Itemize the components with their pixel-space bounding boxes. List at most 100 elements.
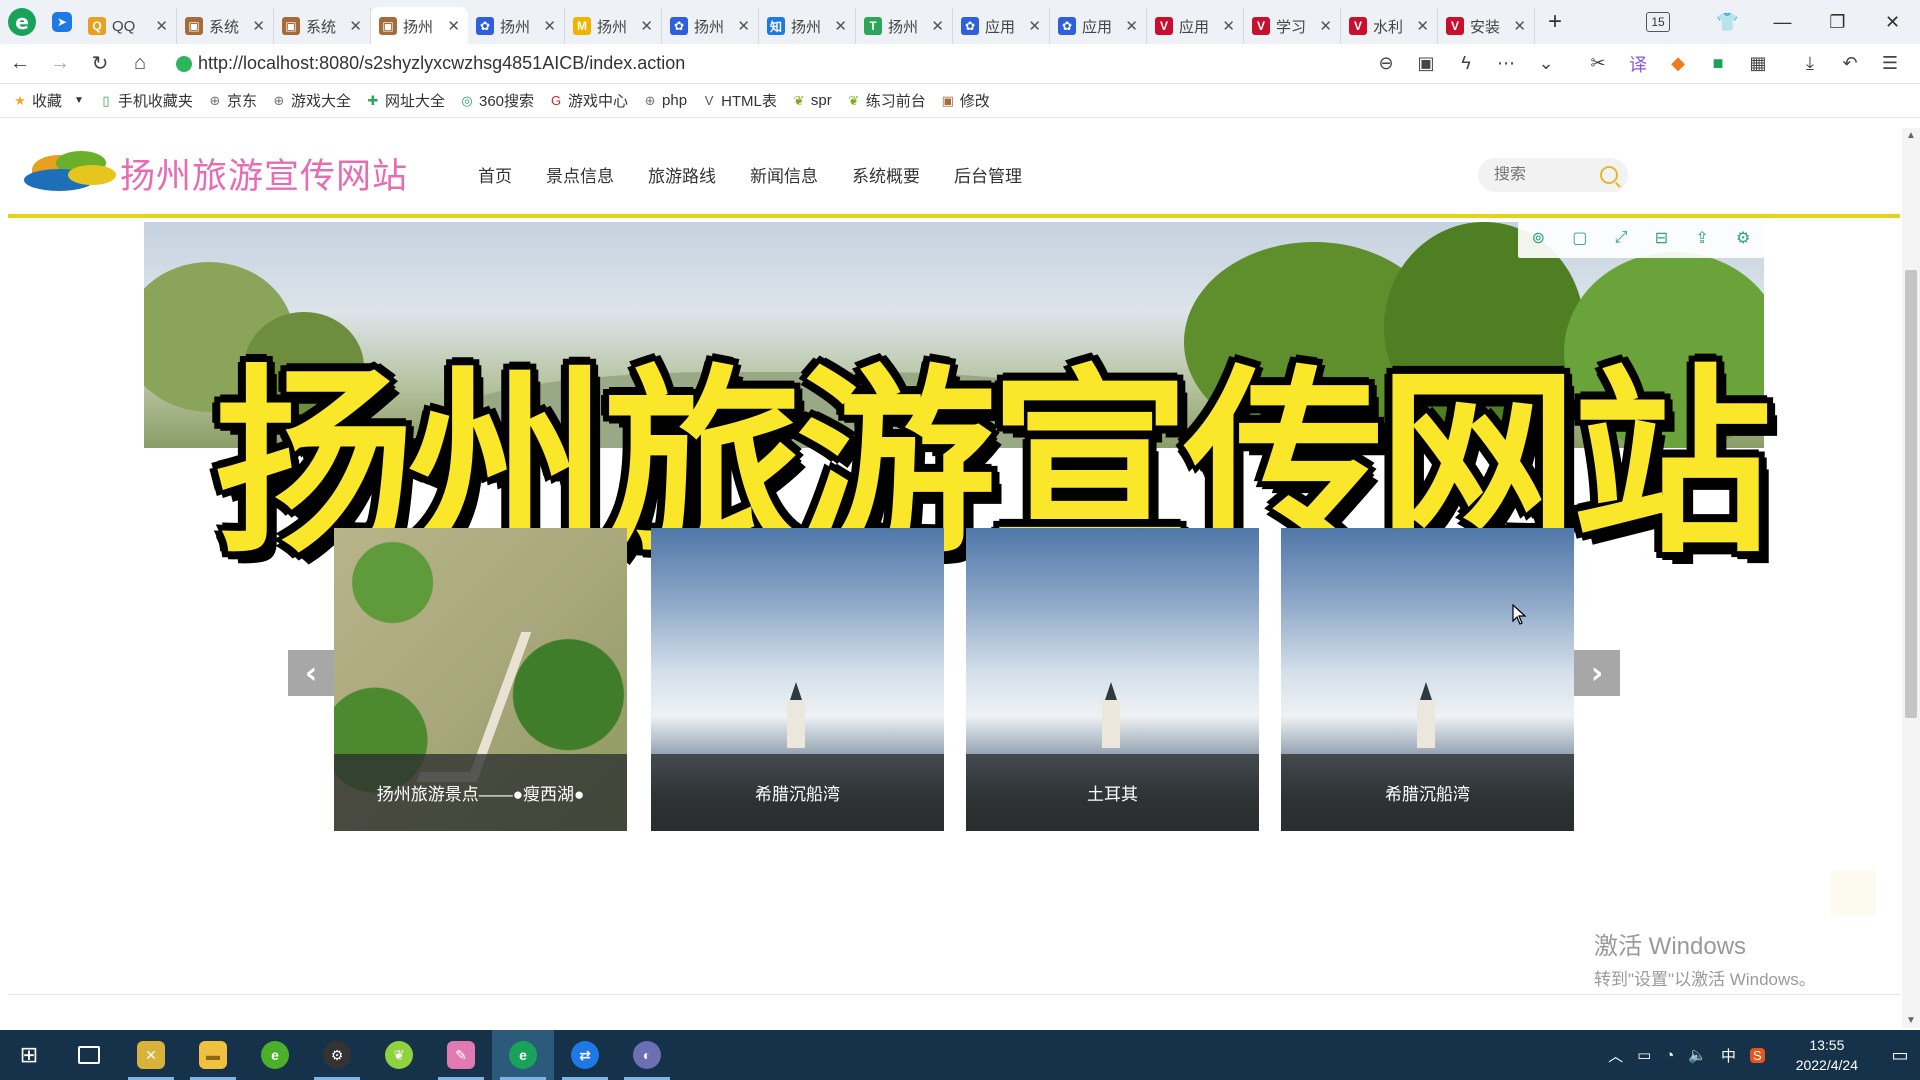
bookmark-item[interactable]: G 游戏中心 xyxy=(548,90,628,111)
chevron-down-icon[interactable]: ⌄ xyxy=(1526,53,1566,74)
fox-icon[interactable]: ◆ xyxy=(1658,53,1698,74)
tab-count-badge[interactable]: 15 xyxy=(1646,12,1670,32)
more-icon[interactable]: ⋯ xyxy=(1486,53,1526,74)
wifi-icon[interactable]: ◔ xyxy=(1665,1047,1674,1064)
nav-link[interactable]: 首页 xyxy=(478,162,512,187)
tools-app-icon[interactable]: ✕ xyxy=(120,1030,182,1080)
settings-icon[interactable]: ⚙ xyxy=(1736,228,1750,248)
browser-tab[interactable]: ✿ 应用 ✕ xyxy=(1050,8,1147,44)
reload-button[interactable]: ↻ xyxy=(80,51,120,76)
tab-close-icon[interactable]: ✕ xyxy=(640,17,653,35)
tray-expand-icon[interactable]: ︿ xyxy=(1608,1045,1623,1066)
bookmark-dropdown-icon[interactable]: ▼ xyxy=(74,95,84,106)
copy-icon[interactable]: ▢ xyxy=(1572,228,1587,248)
tab-close-icon[interactable]: ✕ xyxy=(1416,17,1429,35)
nav-link[interactable]: 新闻信息 xyxy=(750,162,818,187)
notification-icon[interactable]: ▭ xyxy=(1880,1045,1920,1066)
url-field[interactable]: http://localhost:8080/s2shyzlyxcwzhsg485… xyxy=(176,53,1366,74)
restore-button[interactable]: ❐ xyxy=(1810,12,1865,33)
fullscreen-icon[interactable]: ⤢ xyxy=(1615,229,1628,247)
leaf-app-icon[interactable]: ❦ xyxy=(368,1030,430,1080)
page-scrollbar[interactable]: ▲ ▼ xyxy=(1902,128,1920,1028)
bookmark-item[interactable]: ▣ 修改 xyxy=(940,90,990,111)
bookmark-item[interactable]: ✚ 网址大全 xyxy=(365,90,445,111)
close-window-button[interactable]: ✕ xyxy=(1865,12,1920,33)
pinned-tab-icon[interactable]: ➤ xyxy=(44,0,80,44)
bookmark-item[interactable]: ❦ 练习前台 xyxy=(846,90,925,111)
download-icon[interactable]: ⤓ xyxy=(1790,53,1830,74)
home-button[interactable]: ⌂ xyxy=(120,52,160,75)
browser-tab[interactable]: ▣ 扬州 ✕ xyxy=(371,7,468,45)
nav-link[interactable]: 旅游路线 xyxy=(648,162,716,187)
taskbar-clock[interactable]: 13:55 2022/4/24 xyxy=(1796,1035,1858,1075)
file-explorer-icon[interactable]: ▬ xyxy=(182,1030,244,1080)
browser-tab[interactable]: V 安装 ✕ xyxy=(1438,8,1535,44)
windows-start-icon[interactable]: ⊞ xyxy=(0,1042,58,1068)
translate-icon[interactable]: 译 xyxy=(1618,51,1658,77)
back-button[interactable]: ← xyxy=(0,52,40,75)
reader-icon[interactable]: ■ xyxy=(1698,53,1738,74)
share-icon[interactable]: ⇪ xyxy=(1695,228,1708,248)
browser-tab[interactable]: M 扬州 ✕ xyxy=(565,8,662,44)
browser-tab[interactable]: Q QQ ✕ xyxy=(80,8,177,44)
forward-button[interactable]: → xyxy=(40,52,80,75)
scrollbar-thumb[interactable] xyxy=(1905,270,1917,718)
carousel-card[interactable]: 希腊沉船湾 xyxy=(651,528,944,831)
gear-app-icon[interactable]: ⚙ xyxy=(306,1030,368,1080)
tab-close-icon[interactable]: ✕ xyxy=(737,17,750,35)
nav-link[interactable]: 后台管理 xyxy=(954,162,1022,187)
scroll-up-icon[interactable]: ▲ xyxy=(1902,130,1920,141)
nav-link[interactable]: 景点信息 xyxy=(546,162,614,187)
search-input[interactable] xyxy=(1494,166,1594,184)
browser-tab[interactable]: ▣ 系统 ✕ xyxy=(274,8,371,44)
browser-tab[interactable]: ✿ 扬州 ✕ xyxy=(662,8,759,44)
browser-tab[interactable]: T 扬州 ✕ xyxy=(856,8,953,44)
bookmark-item[interactable]: V HTML表 xyxy=(701,90,777,111)
ime-indicator[interactable]: 中 xyxy=(1721,1045,1736,1066)
browser-logo-icon[interactable]: e xyxy=(0,0,44,44)
carousel-next-button[interactable]: › xyxy=(1574,650,1620,696)
teamviewer-icon[interactable]: ⇄ xyxy=(554,1030,616,1080)
tab-close-icon[interactable]: ✕ xyxy=(252,17,265,35)
shirt-skin-icon[interactable]: 👕 xyxy=(1700,12,1755,33)
tab-close-icon[interactable]: ✕ xyxy=(931,17,944,35)
eclipse-icon[interactable]: ◐ xyxy=(616,1030,678,1080)
carousel-card[interactable]: 土耳其 xyxy=(966,528,1259,831)
save-icon[interactable]: ⊟ xyxy=(1655,228,1668,248)
bookmark-item[interactable]: ◎ 360搜索 xyxy=(459,90,534,111)
volume-icon[interactable]: 🔈 xyxy=(1688,1046,1707,1064)
bookmark-item[interactable]: ★ 收藏 ▼ xyxy=(12,90,84,111)
tab-close-icon[interactable]: ✕ xyxy=(1319,17,1332,35)
green-app-icon[interactable]: e xyxy=(244,1030,306,1080)
undo-icon[interactable]: ↶ xyxy=(1830,53,1870,74)
tab-close-icon[interactable]: ✕ xyxy=(834,17,847,35)
carousel-card[interactable]: 扬州旅游景点——●瘦西湖● xyxy=(334,528,627,831)
tab-close-icon[interactable]: ✕ xyxy=(1125,17,1138,35)
bookmark-item[interactable]: ⊕ 京东 xyxy=(207,90,256,111)
browser-taskbar-icon[interactable]: e xyxy=(492,1030,554,1080)
zoom-icon[interactable]: ⊖ xyxy=(1366,53,1406,74)
search-icon[interactable] xyxy=(1600,166,1618,184)
apps-grid-icon[interactable]: ▦ xyxy=(1738,53,1778,74)
task-view-icon[interactable] xyxy=(58,1030,120,1080)
bookmark-item[interactable]: ❦ spr xyxy=(791,92,831,109)
tab-close-icon[interactable]: ✕ xyxy=(155,17,168,35)
browser-tab[interactable]: ▣ 系统 ✕ xyxy=(177,8,274,44)
browser-tab[interactable]: V 应用 ✕ xyxy=(1147,8,1244,44)
bookmark-item[interactable]: ▯ 手机收藏夹 xyxy=(98,90,193,111)
new-tab-button[interactable]: + xyxy=(1535,8,1575,36)
tab-close-icon[interactable]: ✕ xyxy=(1513,17,1526,35)
bookmark-item[interactable]: ⊕ 游戏大全 xyxy=(271,90,351,111)
bookmark-item[interactable]: ⊕ php xyxy=(642,92,687,109)
browser-tab[interactable]: ✿ 应用 ✕ xyxy=(953,8,1050,44)
tab-close-icon[interactable]: ✕ xyxy=(447,17,460,35)
paint-app-icon[interactable]: ✎ xyxy=(430,1030,492,1080)
tab-close-icon[interactable]: ✕ xyxy=(543,17,556,35)
scroll-down-icon[interactable]: ▼ xyxy=(1902,1015,1920,1026)
menu-icon[interactable]: ☰ xyxy=(1870,53,1910,74)
image-icon[interactable]: ▣ xyxy=(1406,53,1446,74)
browser-tab[interactable]: 知扬州 ✕ xyxy=(759,8,856,44)
search-image-icon[interactable]: ⊚ xyxy=(1532,228,1545,248)
lightning-icon[interactable]: ϟ xyxy=(1446,53,1486,74)
battery-icon[interactable]: ▭ xyxy=(1637,1046,1651,1064)
